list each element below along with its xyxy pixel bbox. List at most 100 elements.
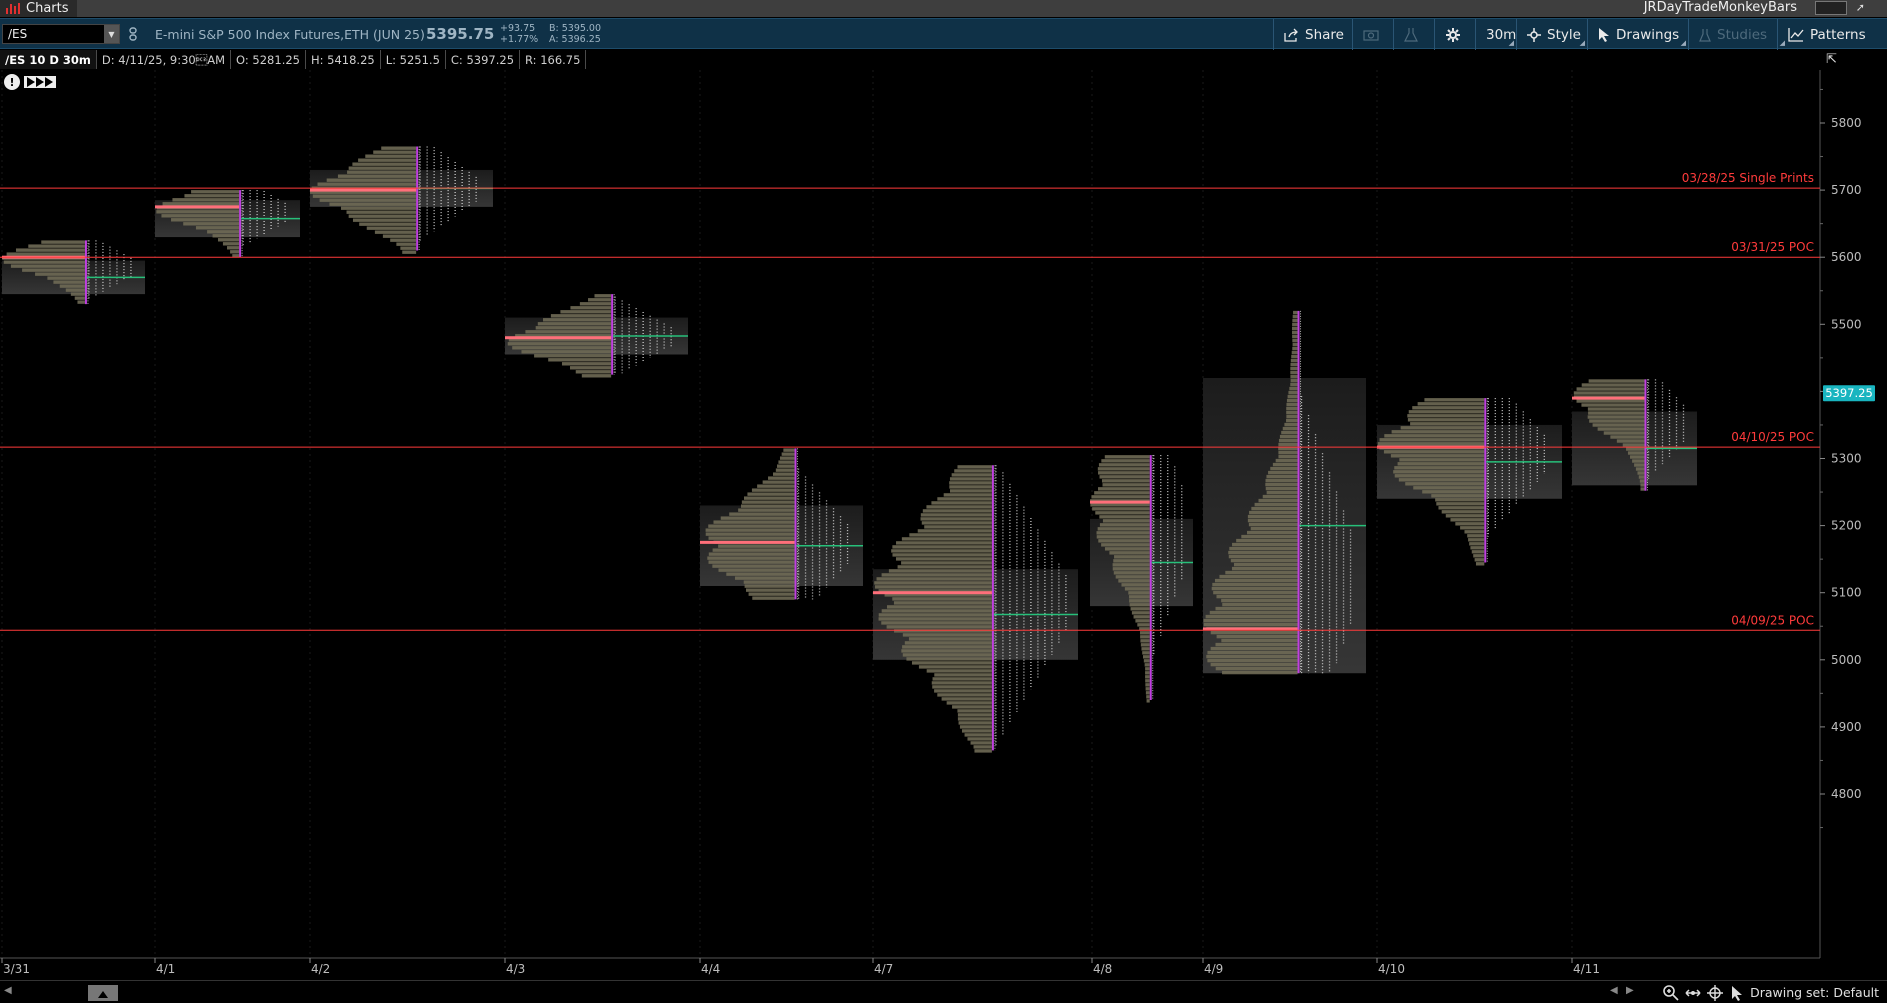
crosshair-icon[interactable] xyxy=(1706,984,1724,1002)
session-profile-4-7 xyxy=(873,465,1078,753)
volume-bar xyxy=(1438,506,1485,510)
style-button[interactable]: Style ◢ xyxy=(1516,19,1586,50)
drawing-set-label[interactable]: Drawing set: Default xyxy=(1750,985,1879,1000)
volume-bar xyxy=(1145,687,1150,691)
pin-icon[interactable]: ➚ xyxy=(1856,0,1865,16)
volume-bar xyxy=(878,613,992,617)
scroll-left-small-icon[interactable]: ◀ xyxy=(1610,985,1618,996)
zoom-icon[interactable] xyxy=(1662,984,1680,1002)
pan-icon[interactable] xyxy=(1684,984,1702,1002)
volume-bar xyxy=(1289,386,1298,391)
link-icon[interactable] xyxy=(128,27,138,41)
scroll-right-icon[interactable]: ▶ xyxy=(1626,985,1634,996)
volume-bar xyxy=(1216,594,1298,599)
volume-bar xyxy=(1101,543,1150,547)
volume-bar xyxy=(718,544,795,548)
volume-bar xyxy=(1092,507,1150,511)
symbol-input[interactable]: /ES xyxy=(3,27,104,41)
volume-bar xyxy=(402,250,417,254)
price-tick-label: 5800 xyxy=(1831,116,1862,130)
session-profile-4-4 xyxy=(700,448,863,600)
session-profile-4-8 xyxy=(1090,455,1193,703)
volume-bar xyxy=(329,202,417,206)
volume-bar xyxy=(886,605,992,609)
app-tab[interactable]: Charts xyxy=(0,0,77,17)
volume-bar xyxy=(1142,655,1150,659)
timeframe-button[interactable]: 30m ◢ xyxy=(1475,19,1516,50)
volume-bar xyxy=(1282,426,1298,431)
volume-bar xyxy=(1422,490,1485,494)
share-button[interactable]: Share xyxy=(1273,19,1351,50)
gear-icon xyxy=(1446,27,1460,42)
volume-bar xyxy=(1292,338,1298,343)
chart-label[interactable]: /ES 10 D 30m xyxy=(0,50,97,69)
volume-bar xyxy=(961,729,992,733)
volume-bar xyxy=(1581,403,1645,407)
pointer-icon[interactable] xyxy=(1728,984,1746,1002)
volume-bar xyxy=(1469,542,1485,546)
time-tick-label: 4/4 xyxy=(701,962,720,976)
volume-bar xyxy=(1113,559,1150,563)
price-chart[interactable]: 5800570056005500540053005200510050004900… xyxy=(0,70,1887,980)
volume-bar xyxy=(1450,518,1485,522)
drawings-button[interactable]: Drawings ◢ xyxy=(1587,19,1687,50)
volume-bar xyxy=(35,272,85,276)
volume-bar xyxy=(1118,579,1150,583)
volume-bar xyxy=(1140,639,1150,643)
settings-button[interactable] xyxy=(1434,19,1474,50)
session-profile-4-2 xyxy=(310,146,493,254)
volume-bar xyxy=(964,733,992,737)
snapshot-button[interactable] xyxy=(1352,19,1392,50)
volume-bar xyxy=(932,685,992,689)
bottom-bar: ◀ ◀ ▶ Drawing set: Default xyxy=(0,980,1887,1003)
volume-bar xyxy=(1102,519,1150,523)
volume-bar xyxy=(575,370,612,374)
price-tick-label: 4900 xyxy=(1831,720,1862,734)
chevron-down-icon[interactable]: ▼ xyxy=(104,25,119,43)
flask-button[interactable] xyxy=(1393,19,1433,50)
volume-bar xyxy=(1288,390,1298,395)
volume-bar xyxy=(768,476,795,480)
volume-bar xyxy=(957,717,992,721)
volume-bar xyxy=(1216,634,1298,639)
volume-bar xyxy=(897,565,992,569)
volume-bar xyxy=(1266,474,1298,479)
expand-icon[interactable]: ⇱ xyxy=(1826,52,1837,67)
volume-bar xyxy=(1258,498,1298,503)
volume-bar xyxy=(1266,490,1298,495)
volume-bar xyxy=(931,501,992,505)
volume-bar xyxy=(352,218,417,222)
symbol-selector[interactable]: /ES ▼ xyxy=(2,24,120,44)
volume-bar xyxy=(400,246,417,250)
patterns-button[interactable]: Patterns xyxy=(1777,19,1887,50)
volume-bar xyxy=(1101,459,1150,463)
volume-bar xyxy=(207,230,240,234)
volume-bar xyxy=(1247,514,1298,519)
scroll-left-icon[interactable]: ◀ xyxy=(4,985,12,996)
volume-bar xyxy=(184,194,240,198)
flask-icon xyxy=(1404,28,1418,42)
volume-bar xyxy=(1251,506,1298,511)
volume-bar xyxy=(1215,666,1298,671)
volume-bar xyxy=(1213,590,1298,595)
volume-bar xyxy=(1099,515,1150,519)
studies-button[interactable]: Studies ◢ xyxy=(1688,19,1786,50)
volume-bar xyxy=(741,500,795,504)
scroll-thumb[interactable] xyxy=(88,985,118,1001)
volume-bar xyxy=(543,318,612,322)
volume-bar xyxy=(1279,434,1298,439)
poc-line xyxy=(1572,396,1645,400)
workspace-name[interactable]: JRDayTradeMonkeyBars xyxy=(1644,0,1797,17)
volume-bar xyxy=(1292,334,1298,339)
volume-bar xyxy=(1135,619,1150,623)
volume-bar xyxy=(1109,551,1150,555)
window-box[interactable] xyxy=(1815,1,1847,15)
patterns-label: Patterns xyxy=(1810,26,1866,43)
session-profile-4-11 xyxy=(1572,379,1697,491)
poc-line xyxy=(873,591,992,595)
volume-bar xyxy=(161,214,240,218)
volume-bar xyxy=(1417,402,1485,406)
volume-bar xyxy=(1097,527,1150,531)
volume-bar xyxy=(718,568,795,572)
volume-bar xyxy=(1292,314,1298,319)
